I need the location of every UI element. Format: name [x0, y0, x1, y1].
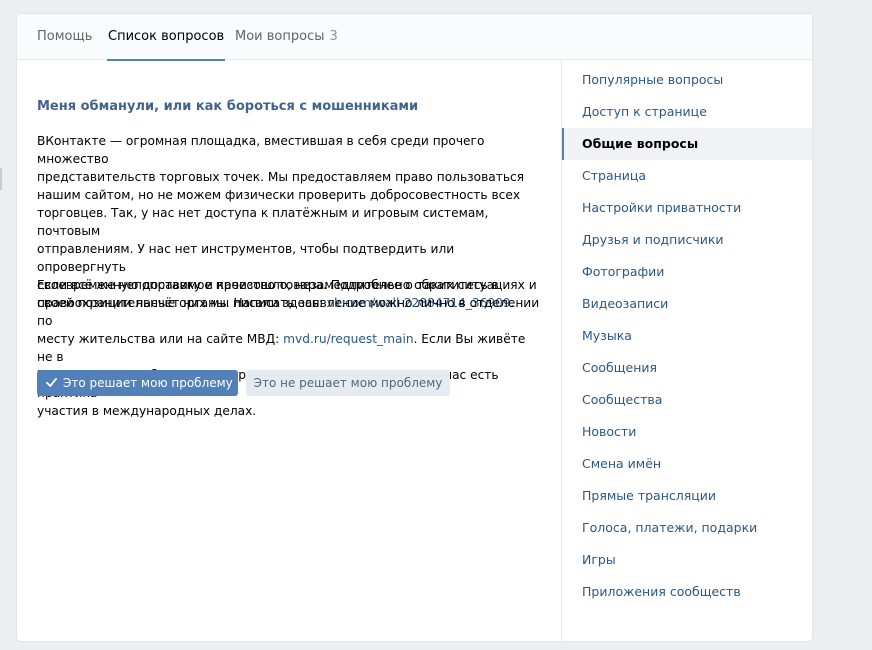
sidebar-item-news[interactable]: Новости	[562, 416, 812, 448]
sidebar-item-messages[interactable]: Сообщения	[562, 352, 812, 384]
answer-line: торговцев. Так, у нас нет доступа к плат…	[37, 206, 489, 238]
sidebar-item-profile-page[interactable]: Страница	[562, 160, 812, 192]
sidebar-item-votes-payments[interactable]: Голоса, платежи, подарки	[562, 512, 812, 544]
answer-line: отправлениям. У нас нет инструментов, чт…	[37, 242, 455, 274]
help-card: Помощь Список вопросов Мои вопросы 3 Меня…	[17, 14, 812, 641]
answer-line: представительств торговых точек. Мы пред…	[37, 170, 525, 184]
tab-my-questions-label: Мои вопросы	[235, 29, 325, 44]
sidebar-item-friends[interactable]: Друзья и подписчики	[562, 224, 812, 256]
sidebar-item-live-streams[interactable]: Прямые трансляции	[562, 480, 812, 512]
sidebar-item-label: Фотографии	[582, 264, 665, 279]
sidebar-item-videos[interactable]: Видеозаписи	[562, 288, 812, 320]
sidebar-item-label: Настройки приватности	[582, 200, 742, 215]
sidebar-item-label: Музыка	[582, 328, 632, 343]
sidebar-item-label: Видеозаписи	[582, 296, 669, 311]
sidebar-item-label: Популярные вопросы	[582, 72, 724, 87]
left-edge-marker	[0, 168, 2, 190]
sidebar-item-label: Страница	[582, 168, 647, 183]
answer-line: нашим сайтом, но не можем физически пров…	[37, 188, 521, 202]
tab-my-questions[interactable]: Мои вопросы 3	[235, 14, 338, 60]
answer-text: месту жительства или на сайте МВД:	[37, 332, 284, 346]
sidebar-item-label: Игры	[582, 552, 616, 567]
mvd-request-link[interactable]: mvd.ru/request_main	[283, 332, 413, 346]
tab-help[interactable]: Помощь	[37, 14, 92, 60]
solves-problem-button[interactable]: Это решает мою проблему	[37, 370, 238, 396]
solves-problem-label: Это решает мою проблему	[63, 376, 233, 390]
sidebar-item-label: Доступ к странице	[582, 104, 707, 119]
sidebar-item-label: Смена имён	[582, 456, 662, 471]
sidebar-item-label: Голоса, платежи, подарки	[582, 520, 758, 535]
question-content: Меня обманули, или как бороться с мошенн…	[17, 60, 562, 641]
answer-line: Если всё же непоправимое произошло, неза…	[37, 278, 499, 292]
answer-line: месту жительства или на сайте МВД: mvd.r…	[37, 330, 542, 366]
question-title: Меня обманули, или как бороться с мошенн…	[37, 99, 419, 114]
sidebar-item-label: Общие вопросы	[582, 136, 699, 151]
sidebar-item-label: Сообщения	[582, 360, 658, 375]
answer-paragraph-2: Если всё же непоправимое произошло, неза…	[37, 276, 542, 420]
sidebar-item-label: Сообщества	[582, 392, 663, 407]
tab-questions-list-label: Список вопросов	[108, 29, 225, 44]
sidebar-item-label: Друзья и подписчики	[582, 232, 724, 247]
sidebar-item-games[interactable]: Игры	[562, 544, 812, 576]
sidebar-item-name-change[interactable]: Смена имён	[562, 448, 812, 480]
tab-questions-list[interactable]: Список вопросов	[106, 14, 226, 61]
sidebar-item-page-access[interactable]: Доступ к странице	[562, 96, 812, 128]
sidebar-item-label: Приложения сообществ	[582, 584, 741, 599]
not-solves-problem-label: Это не решает мою проблему	[253, 376, 443, 390]
sidebar-item-popular[interactable]: Популярные вопросы	[562, 64, 812, 96]
tab-my-questions-count: 3	[329, 29, 338, 44]
tab-help-label: Помощь	[37, 29, 93, 44]
checkmark-icon	[46, 378, 57, 387]
sidebar-item-communities[interactable]: Сообщества	[562, 384, 812, 416]
sidebar-item-privacy[interactable]: Настройки приватности	[562, 192, 812, 224]
sidebar-item-photos[interactable]: Фотографии	[562, 256, 812, 288]
tab-bar: Помощь Список вопросов Мои вопросы 3	[17, 14, 812, 61]
answer-line: правоохранительные органы. Написать заяв…	[37, 296, 540, 328]
sidebar-item-music[interactable]: Музыка	[562, 320, 812, 352]
category-sidebar: Популярные вопросы Доступ к странице Общ…	[562, 60, 812, 641]
sidebar-item-general[interactable]: Общие вопросы	[562, 128, 812, 160]
sidebar-item-label: Прямые трансляции	[582, 488, 717, 503]
sidebar-item-label: Новости	[582, 424, 637, 439]
sidebar-item-community-apps[interactable]: Приложения сообществ	[562, 576, 812, 608]
answer-line: участия в международных делах.	[37, 404, 257, 418]
not-solves-problem-button[interactable]: Это не решает мою проблему	[246, 370, 450, 396]
answer-line: ВКонтакте — огромная площадка, вместивша…	[37, 134, 485, 166]
